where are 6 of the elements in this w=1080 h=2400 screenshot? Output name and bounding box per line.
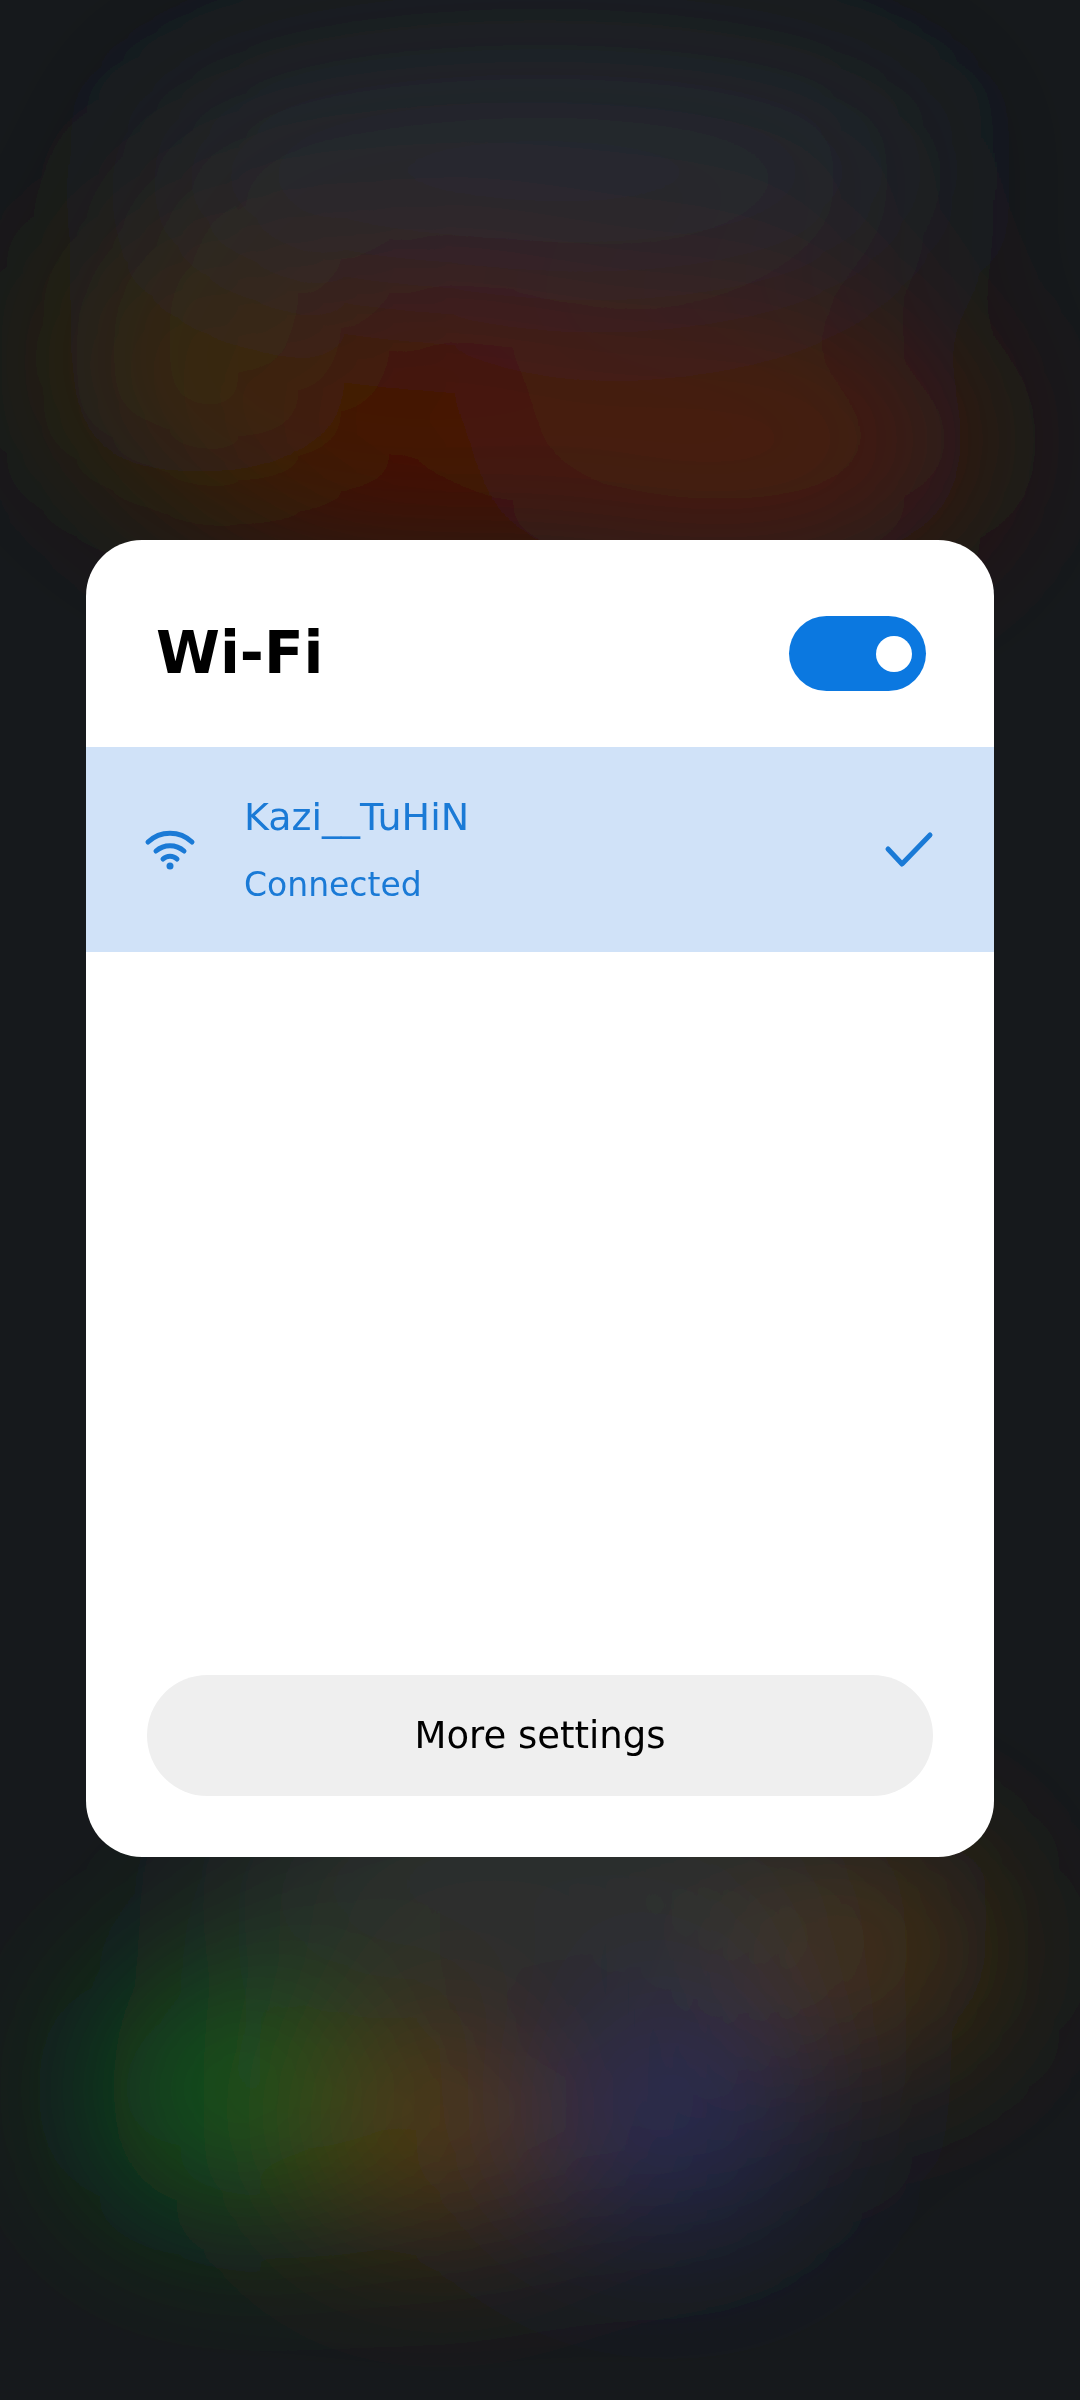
- check-icon: [884, 830, 934, 869]
- network-status: Connected: [244, 864, 423, 907]
- more-settings-button[interactable]: More settings: [147, 1675, 933, 1796]
- dialog-title: Wi-Fi: [156, 618, 324, 689]
- network-name: Kazi__TuHiN: [244, 794, 471, 842]
- wifi-icon: [144, 828, 196, 871]
